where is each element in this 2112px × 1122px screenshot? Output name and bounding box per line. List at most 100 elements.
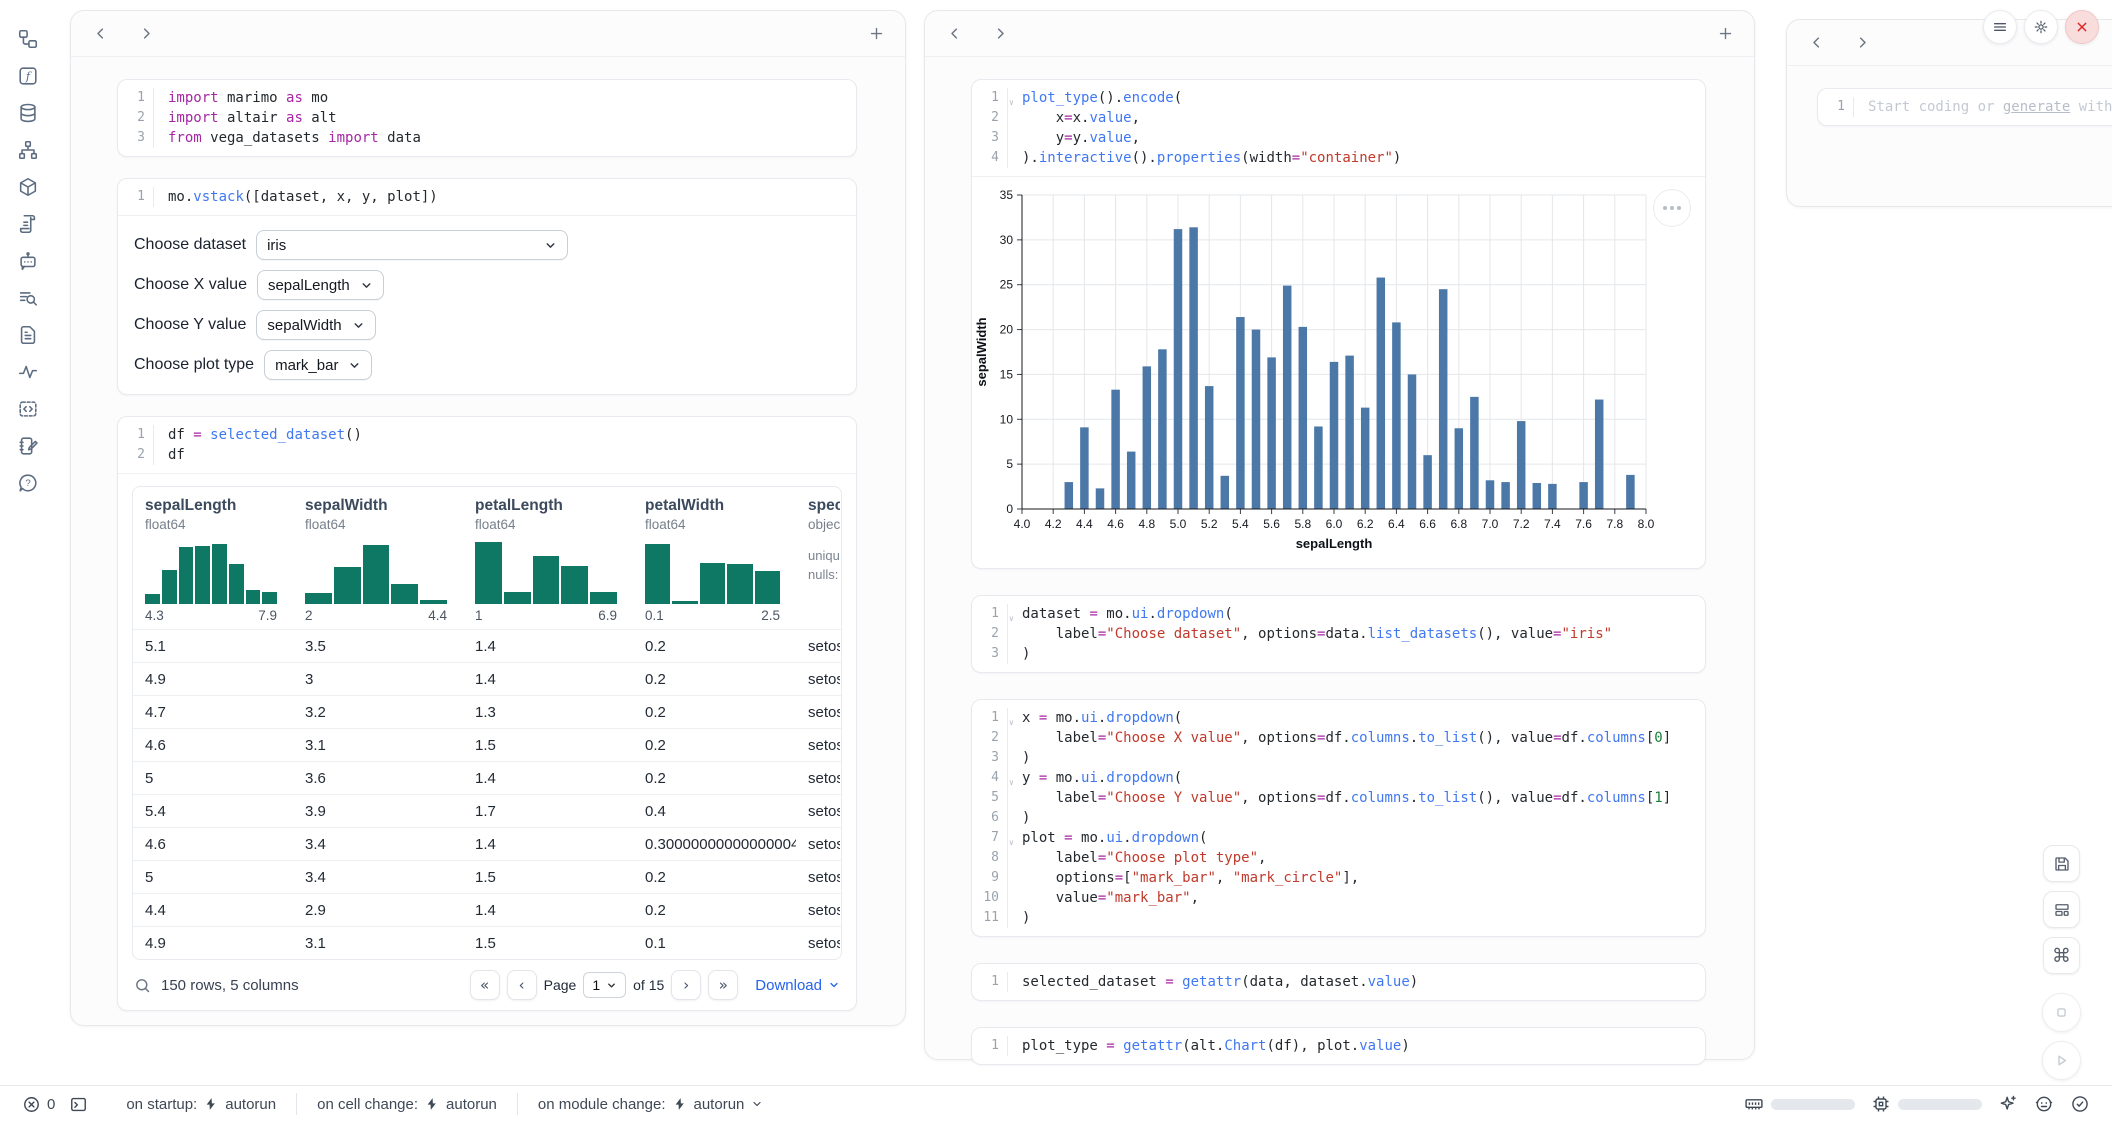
column-histogram <box>645 542 780 604</box>
functions-icon[interactable]: f <box>17 65 39 87</box>
code-editor[interactable]: 1∨x = mo.ui.dropdown(2 label="Choose X v… <box>972 700 1705 936</box>
code-editor[interactable]: 1∨plot_type().encode(2 x=x.value,3 y=y.v… <box>972 80 1705 176</box>
first-page-button[interactable]: « <box>470 970 500 1000</box>
code-editor[interactable]: 1selected_dataset = getattr(data, datase… <box>972 964 1705 1000</box>
last-page-button[interactable]: » <box>708 970 738 1000</box>
database-icon[interactable] <box>17 102 39 124</box>
page-select[interactable]: 1 <box>583 972 626 998</box>
svg-text:6.8: 6.8 <box>1450 517 1467 531</box>
code-editor[interactable]: 1plot_type = getattr(alt.Chart(df), plot… <box>972 1028 1705 1064</box>
dropdown-select[interactable]: sepalWidth <box>256 310 375 340</box>
download-button[interactable]: Download <box>755 977 840 994</box>
code-cell-dataset-dropdown[interactable]: 1∨dataset = mo.ui.dropdown(2 label="Choo… <box>971 595 1706 673</box>
dropdown-select[interactable]: sepalLength <box>257 270 384 300</box>
code-cell-dataframe[interactable]: 1df = selected_dataset()2df sepalLengthf… <box>117 416 857 1011</box>
autorun-setting[interactable]: on cell change:autorun <box>296 1093 517 1115</box>
line-number: 1 <box>118 425 154 445</box>
search-list-icon[interactable] <box>17 287 39 309</box>
code-editor[interactable]: 1mo.vstack([dataset, x, y, plot]) <box>118 179 856 215</box>
help-icon[interactable]: ? <box>17 472 39 494</box>
close-icon[interactable] <box>2065 10 2099 44</box>
menu-icon[interactable] <box>1983 10 2017 44</box>
code-cell-imports[interactable]: 1import marimo as mo2import altair as al… <box>117 79 857 157</box>
add-cell-icon[interactable] <box>1712 21 1738 47</box>
generate-link[interactable]: generate <box>2003 99 2070 115</box>
altair-chart[interactable]: 4.04.24.44.64.85.05.25.45.65.86.06.26.46… <box>972 183 1706 555</box>
dropdown-select[interactable]: iris <box>256 230 568 260</box>
code-cell-plot[interactable]: 1∨plot_type().encode(2 x=x.value,3 y=y.v… <box>971 79 1706 569</box>
chevron-right-icon[interactable] <box>987 21 1013 47</box>
documentation-icon[interactable] <box>17 324 39 346</box>
table-row: 53.41.50.2setosa <box>133 860 841 893</box>
file-tree-icon[interactable] <box>17 28 39 50</box>
fold-icon[interactable]: ∨ <box>1008 713 1014 733</box>
line-number: 4∨ <box>972 768 1008 788</box>
prev-page-button[interactable]: ‹ <box>507 970 537 1000</box>
dropdown-select[interactable]: mark_bar <box>264 350 372 380</box>
dropdown-label: Choose Y value <box>134 316 246 334</box>
svg-text:5.2: 5.2 <box>1201 517 1218 531</box>
scratchpad-input[interactable]: Start coding or generate with <box>1854 97 2112 117</box>
svg-text:sepalLength: sepalLength <box>1296 536 1373 551</box>
dataframe-output: sepalLengthfloat644.37.9sepalWidthfloat6… <box>118 473 856 1010</box>
chevron-down-icon <box>352 319 365 332</box>
robot-face-icon[interactable] <box>2034 1094 2054 1114</box>
column-header[interactable]: speciesobjectuniquenulls: <box>796 497 840 623</box>
snippets-icon[interactable] <box>17 398 39 420</box>
packages-icon[interactable] <box>17 176 39 198</box>
tracing-icon[interactable] <box>17 361 39 383</box>
stop-icon[interactable] <box>2042 993 2081 1032</box>
error-indicator[interactable]: 0 <box>22 1095 55 1114</box>
ram-meter <box>1744 1094 1855 1114</box>
line-number: 1∨ <box>972 88 1008 108</box>
connection-status-icon[interactable] <box>2070 1094 2090 1114</box>
code-cell-plot-type[interactable]: 1plot_type = getattr(alt.Chart(df), plot… <box>971 1027 1706 1065</box>
chat-icon[interactable] <box>17 250 39 272</box>
gear-icon[interactable] <box>2024 10 2058 44</box>
line-number: 2 <box>972 624 1008 644</box>
svg-text:0: 0 <box>1006 502 1013 516</box>
column-header[interactable]: petalWidthfloat640.12.5 <box>633 497 796 623</box>
search-icon[interactable] <box>134 977 151 994</box>
svg-text:5.6: 5.6 <box>1263 517 1280 531</box>
line-number: 5 <box>972 788 1008 808</box>
chevron-left-icon[interactable] <box>941 21 967 47</box>
autorun-setting[interactable]: on module change:autorun <box>517 1093 783 1115</box>
keyboard-shortcuts-icon[interactable]: ⌘ <box>2043 937 2080 974</box>
chevron-left-icon[interactable] <box>87 21 113 47</box>
chevron-left-icon[interactable] <box>1803 30 1829 56</box>
chevron-right-icon[interactable] <box>1849 30 1875 56</box>
save-icon[interactable] <box>2043 845 2080 882</box>
scratchpad-icon[interactable] <box>17 435 39 457</box>
code-cell-vstack[interactable]: 1mo.vstack([dataset, x, y, plot]) Choose… <box>117 178 857 395</box>
fold-icon[interactable]: ∨ <box>1008 93 1014 113</box>
code-editor[interactable]: 1∨dataset = mo.ui.dropdown(2 label="Choo… <box>972 596 1705 672</box>
column-header[interactable]: petalLengthfloat6416.9 <box>463 497 633 623</box>
add-cell-icon[interactable] <box>863 21 889 47</box>
fold-icon[interactable]: ∨ <box>1008 833 1014 853</box>
next-page-button[interactable]: › <box>671 970 701 1000</box>
autorun-setting[interactable]: on startup:autorun <box>106 1093 296 1115</box>
code-editor[interactable]: 1df = selected_dataset()2df <box>118 417 856 473</box>
logs-icon[interactable] <box>17 213 39 235</box>
fold-icon[interactable]: ∨ <box>1008 773 1014 793</box>
line-number: 2 <box>118 445 154 465</box>
terminal-icon[interactable] <box>69 1095 88 1114</box>
code-cell-selected-dataset[interactable]: 1selected_dataset = getattr(data, datase… <box>971 963 1706 1001</box>
chevron-right-icon[interactable] <box>133 21 159 47</box>
sparkles-icon[interactable] <box>1998 1094 2018 1114</box>
table-row: 5.13.51.40.2setosa <box>133 629 841 662</box>
fold-icon[interactable]: ∨ <box>1008 609 1014 629</box>
line-number: 8 <box>972 848 1008 868</box>
layout-icon[interactable] <box>2043 891 2080 928</box>
column-header[interactable]: sepalWidthfloat6424.4 <box>293 497 463 623</box>
scratchpad-cell[interactable]: 1 Start coding or generate with <box>1817 88 2112 126</box>
column-header[interactable]: sepalLengthfloat644.37.9 <box>133 497 293 623</box>
code-cell-xy-plot-dropdowns[interactable]: 1∨x = mo.ui.dropdown(2 label="Choose X v… <box>971 699 1706 937</box>
svg-text:5: 5 <box>1006 457 1013 471</box>
code-editor[interactable]: 1import marimo as mo2import altair as al… <box>118 80 856 156</box>
table-row: 4.931.40.2setosa <box>133 662 841 695</box>
run-icon[interactable] <box>2042 1041 2081 1080</box>
chart-menu-icon[interactable] <box>1653 189 1691 227</box>
dependencies-icon[interactable] <box>17 139 39 161</box>
